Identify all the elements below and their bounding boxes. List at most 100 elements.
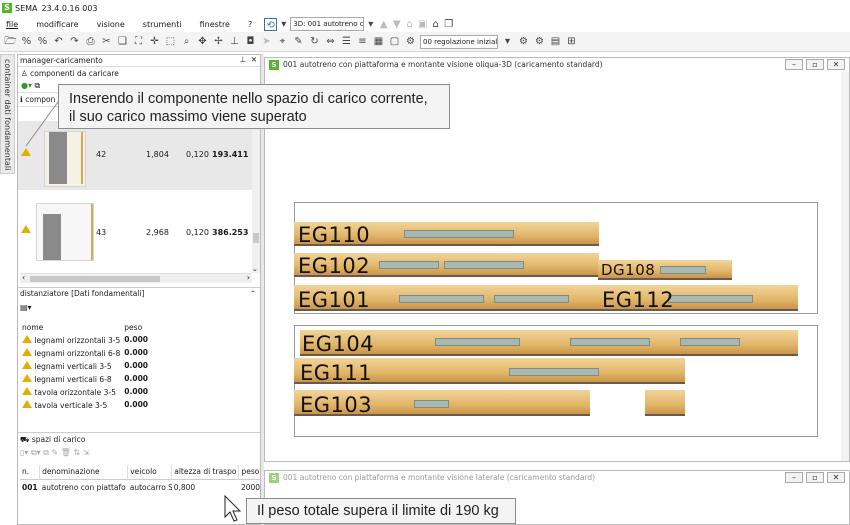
menu-view[interactable]: visione bbox=[97, 20, 125, 29]
dimension-icon[interactable]: ⇔ bbox=[324, 35, 337, 48]
home-icon[interactable]: ⌂ bbox=[403, 18, 416, 31]
load-space-n: 001 bbox=[22, 482, 38, 492]
insulation-strip bbox=[399, 295, 484, 303]
gear-icon[interactable]: ⚙ bbox=[517, 35, 530, 48]
report-icon[interactable]: ▤ bbox=[549, 35, 562, 48]
building-icon[interactable]: ⌂ bbox=[429, 18, 442, 31]
grid-icon[interactable]: ▦ bbox=[372, 35, 385, 48]
column-header-name[interactable]: denominazione bbox=[39, 465, 129, 479]
person-icon: ♙ bbox=[21, 69, 28, 78]
percent2-icon[interactable]: % bbox=[36, 35, 49, 48]
spacer-row[interactable]: legnami verticali 3-5 0.000 bbox=[20, 359, 254, 372]
arrow-icon[interactable]: ➤ bbox=[260, 35, 273, 48]
copy-icon[interactable]: ❏ bbox=[116, 35, 129, 48]
dropdown-icon[interactable]: ▾ bbox=[277, 18, 290, 31]
collapse-icon[interactable]: ⌃ bbox=[250, 289, 256, 298]
spacer-row[interactable]: tavola verticale 3-5 0.000 bbox=[20, 398, 254, 411]
hscroll-thumb[interactable] bbox=[30, 276, 160, 282]
load-space-row[interactable]: 001 autotreno con piattafo autocarro SE … bbox=[20, 479, 279, 495]
column-header-vehicle[interactable]: veicolo bbox=[127, 465, 173, 479]
nav-down-icon[interactable]: ▼ bbox=[390, 18, 403, 31]
spacer-tool-icon[interactable]: ▤▾ bbox=[20, 303, 32, 312]
center-icon[interactable]: ✛ bbox=[148, 35, 161, 48]
minimize-button[interactable]: – bbox=[785, 472, 803, 483]
spacer-row[interactable]: legnami orizzontali 6-8 0.000 bbox=[20, 346, 254, 359]
delete-icon[interactable]: 🗑 bbox=[61, 448, 71, 457]
export-icon[interactable]: ⇲ bbox=[83, 448, 90, 457]
refresh-icon[interactable]: ⟲ bbox=[264, 17, 278, 31]
regulation-combo[interactable]: 00 regolazione iniziale bbox=[420, 34, 498, 49]
lock-icon[interactable]: ▣ bbox=[416, 18, 429, 31]
zoom-icon[interactable]: ⌕ bbox=[180, 35, 193, 48]
restore-button[interactable]: ▫ bbox=[806, 59, 824, 70]
window-3d-canvas[interactable]: EG110 EG102 DG108 EG101 EG112 EG104 EG11… bbox=[265, 72, 841, 461]
splitter[interactable] bbox=[18, 429, 260, 433]
cut-icon[interactable]: ✂ bbox=[100, 35, 113, 48]
frame-icon[interactable]: ▢ bbox=[388, 35, 401, 48]
restore-button[interactable]: ▫ bbox=[806, 472, 824, 483]
column-header-name[interactable]: nome bbox=[20, 321, 122, 333]
close-button[interactable]: ✕ bbox=[827, 59, 845, 70]
scroll-right-icon[interactable]: › bbox=[247, 273, 250, 282]
layers-icon[interactable]: ❐ bbox=[442, 18, 455, 31]
component-row[interactable]: 43 2,968 0,120 386.253 bbox=[18, 193, 252, 269]
edit-icon[interactable]: ✎ bbox=[52, 448, 59, 457]
print-icon[interactable]: ⎙ bbox=[84, 35, 97, 48]
settings-icon[interactable]: ⚙ bbox=[404, 35, 417, 48]
menu-file[interactable]: file bbox=[6, 20, 18, 29]
undo-icon[interactable]: ↶ bbox=[52, 35, 65, 48]
window-app-icon: S bbox=[269, 473, 279, 483]
percent-icon[interactable]: % bbox=[20, 35, 33, 48]
add-green-icon[interactable]: ●▾ bbox=[21, 81, 32, 90]
axis-icon[interactable]: ⊥ bbox=[228, 35, 241, 48]
new-icon[interactable]: ▯▾ bbox=[20, 448, 28, 457]
fit-icon[interactable]: ⛶ bbox=[132, 35, 145, 48]
column-header-n[interactable]: n. bbox=[20, 465, 41, 479]
rotate-icon[interactable]: ↻ bbox=[308, 35, 321, 48]
spacers-toolbar: ▤▾ bbox=[20, 303, 32, 315]
stack-icon[interactable]: ☰ bbox=[340, 35, 353, 48]
components-hscrollbar[interactable]: ‹ › bbox=[20, 273, 252, 283]
sort-icon[interactable]: ⇅ bbox=[73, 448, 80, 457]
minimize-button[interactable]: – bbox=[785, 59, 803, 70]
scroll-down-icon[interactable]: ⌄ bbox=[252, 265, 258, 273]
copy-space-icon[interactable]: ⧉▾ bbox=[31, 448, 41, 457]
components-vscrollbar[interactable]: ⌄ bbox=[252, 121, 260, 273]
duplicate-icon[interactable]: ⧉ bbox=[43, 448, 49, 457]
gear2-icon[interactable]: ⚙ bbox=[533, 35, 546, 48]
insulation-strip bbox=[494, 295, 569, 303]
pin-icon[interactable]: ⊥ bbox=[239, 55, 246, 64]
move-icon[interactable]: ✥ bbox=[196, 35, 209, 48]
combo-arrow-icon[interactable]: ▾ bbox=[364, 18, 377, 31]
splitter[interactable] bbox=[18, 284, 260, 288]
binoculars-icon[interactable]: ⊞ bbox=[565, 35, 578, 48]
menu-modify[interactable]: modificare bbox=[36, 20, 78, 29]
column-header-weight[interactable]: peso bbox=[122, 321, 254, 333]
spacer-row[interactable]: legnami orizzontali 3-5 0.000 bbox=[20, 333, 254, 346]
spacer-row[interactable]: tavola orizzontale 3-5 0.000 bbox=[20, 385, 254, 398]
side-tab-fundamental-data[interactable]: container dati fondamentali bbox=[0, 54, 15, 174]
spacer-row[interactable]: legnami verticali 6-8 0.000 bbox=[20, 372, 254, 385]
camera-icon[interactable]: ◘ bbox=[244, 35, 257, 48]
select-icon[interactable]: ⬚ bbox=[164, 35, 177, 48]
window-3d-scrollbar[interactable] bbox=[841, 72, 849, 461]
redo-icon[interactable]: ↷ bbox=[68, 35, 81, 48]
combo-arrow2-icon[interactable]: ▾ bbox=[501, 35, 514, 48]
close-button[interactable]: ✕ bbox=[827, 472, 845, 483]
menu-windows[interactable]: finestre bbox=[200, 20, 230, 29]
scroll-thumb[interactable] bbox=[253, 233, 259, 243]
pan-icon[interactable]: ✢ bbox=[212, 35, 225, 48]
view-combo[interactable]: 3D: 001 autotreno cor bbox=[290, 17, 365, 31]
open-icon[interactable]: 🗁 bbox=[4, 35, 17, 48]
scroll-left-icon[interactable]: ‹ bbox=[22, 273, 25, 282]
filter-icon[interactable]: ⧉ bbox=[35, 81, 41, 90]
list-icon[interactable]: ≡ bbox=[356, 35, 369, 48]
column-header-height[interactable]: altezza di traspo bbox=[171, 465, 240, 479]
measure-icon[interactable]: ⌖ bbox=[276, 35, 289, 48]
components-header: ♙ componenti da caricare bbox=[18, 67, 260, 80]
close-panel-icon[interactable]: ✕ bbox=[251, 55, 257, 64]
menu-tools[interactable]: strumenti bbox=[143, 20, 182, 29]
menu-help[interactable]: ? bbox=[248, 20, 252, 29]
pencil-icon[interactable]: ✎ bbox=[292, 35, 305, 48]
nav-up-icon[interactable]: ▲ bbox=[377, 18, 390, 31]
